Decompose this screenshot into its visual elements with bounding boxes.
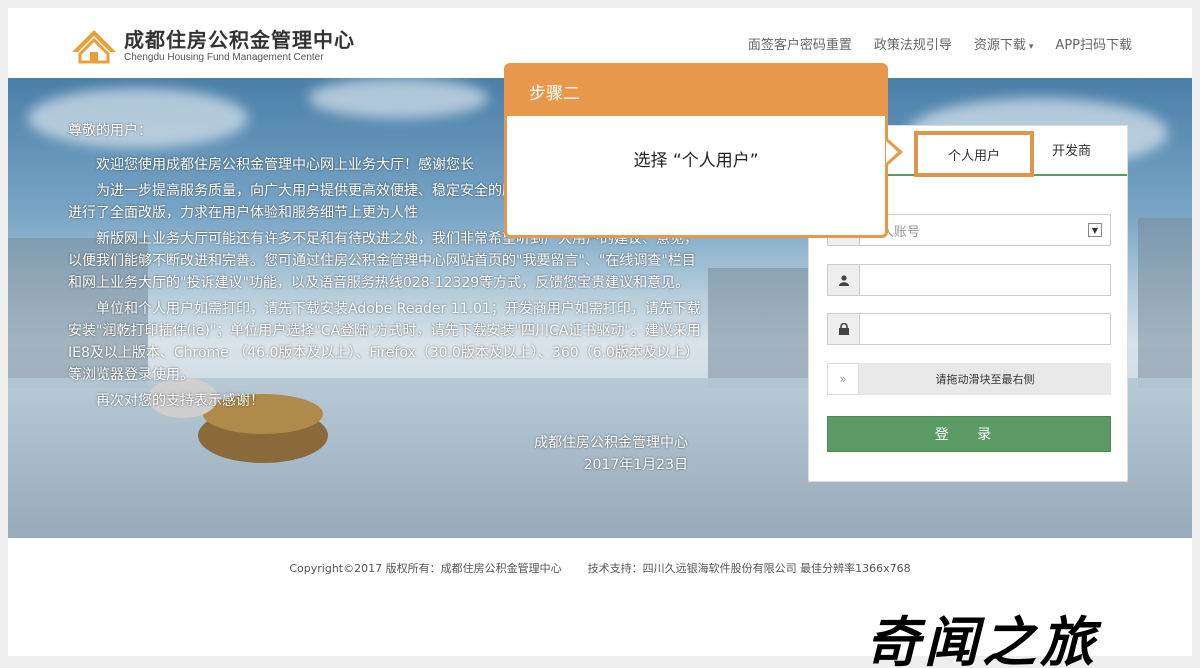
chevron-down-icon: ▾ [1028, 42, 1034, 52]
notice-date: 2017年1月23日 [583, 457, 688, 473]
tab-personal-user[interactable]: 个人用户 [914, 131, 1034, 177]
username-field[interactable] [827, 264, 1111, 296]
slide-captcha: » 请拖动滑块至最右侧 [827, 363, 1111, 395]
slider-hint: 请拖动滑块至最右侧 [935, 373, 1035, 386]
step-title: 步骤二 [507, 66, 885, 116]
nav-app-download[interactable]: APP扫码下载 [1055, 34, 1132, 53]
step-instruction: 选择 “个人用户” [633, 151, 759, 171]
nav-password-reset[interactable]: 面签客户密码重置 [748, 34, 852, 53]
tab-developer[interactable]: 开发商 [1052, 140, 1091, 159]
site-title-cn: 成都住房公积金管理中心 [124, 28, 355, 52]
step-callout: 步骤二 选择 “个人用户” [504, 63, 903, 238]
password-field[interactable] [827, 313, 1111, 345]
notice-paragraph: 再次对您的支持表示感谢！ [96, 393, 264, 409]
top-nav: 面签客户密码重置 政策法规引导 资源下载 ▾ APP扫码下载 [748, 34, 1132, 53]
notice-paragraph: 单位和个人用户如需打印，请先下载安装Adobe Reader 11.01；开发商… [68, 301, 701, 383]
notice-signature: 成都住房公积金管理中心 [534, 435, 688, 451]
nav-policy-guide[interactable]: 政策法规引导 [874, 34, 952, 53]
page-footer: Copyright©2017 版权所有：成都住房公积金管理中心 技术支持：四川久… [8, 538, 1192, 598]
slider-handle[interactable]: » [827, 363, 859, 395]
footer-support: 技术支持：四川久远银海软件股份有限公司 最佳分辨率1366x768 [587, 562, 911, 575]
select-arrow-icon[interactable]: ▼ [1088, 223, 1102, 237]
account-type-value: 个人账号 [868, 224, 921, 240]
lock-icon [828, 314, 860, 344]
user-icon [828, 265, 860, 295]
site-title-en: Chengdu Housing Fund Management Center [124, 52, 324, 63]
nav-resource-download-label: 资源下载 [973, 38, 1026, 53]
house-logo-icon [68, 26, 120, 66]
login-button[interactable]: 登 录 [827, 416, 1111, 452]
site-logo[interactable]: 成都住房公积金管理中心 Chengdu Housing Fund Managem… [68, 24, 355, 68]
footer-copyright: Copyright©2017 版权所有：成都住房公积金管理中心 [289, 562, 562, 575]
nav-resource-download[interactable]: 资源下载 ▾ [974, 34, 1034, 53]
watermark-text: 奇闻之旅 [866, 611, 1098, 668]
